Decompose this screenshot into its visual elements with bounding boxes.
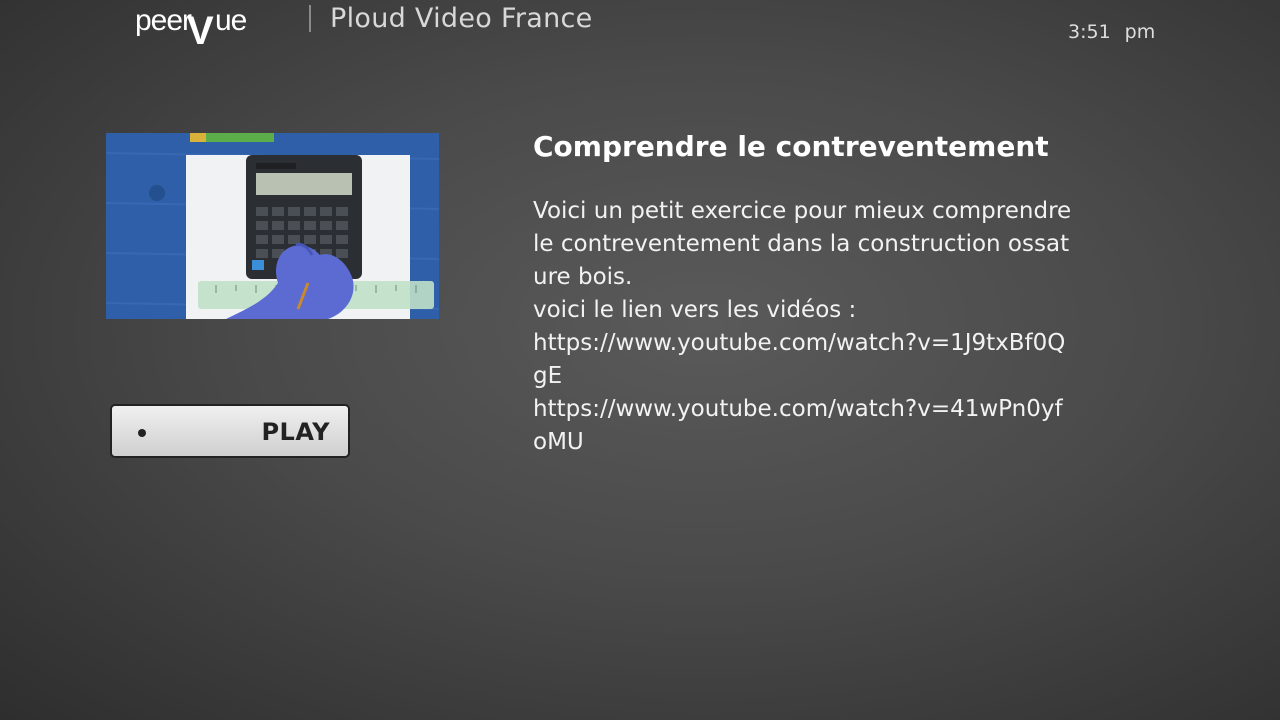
svg-text:peer: peer — [135, 4, 192, 37]
video-details: Comprendre le contreventement Voici un p… — [533, 128, 1073, 459]
clock-period: pm — [1124, 21, 1156, 43]
svg-text:V: V — [187, 9, 214, 46]
header-divider — [309, 5, 311, 32]
play-button-label: PLAY — [261, 418, 330, 446]
video-description: Voici un petit exercice pour mieux compr… — [533, 198, 1072, 455]
video-title: Comprendre le contreventement — [533, 130, 1049, 163]
video-thumbnail — [106, 133, 439, 319]
header: peer V ue Ploud Video France 3:51 pm — [0, 0, 1280, 60]
focus-bullet-icon — [138, 429, 146, 437]
clock: 3:51 pm — [1068, 20, 1155, 44]
svg-text:ue: ue — [215, 4, 247, 37]
play-button[interactable]: PLAY — [110, 404, 350, 458]
clock-time: 3:51 — [1068, 21, 1111, 43]
peervue-logo: peer V ue — [135, 2, 255, 46]
video-detail-screen: peer V ue Ploud Video France 3:51 pm PLA… — [0, 0, 1280, 720]
channel-title: Ploud Video France — [330, 3, 593, 34]
